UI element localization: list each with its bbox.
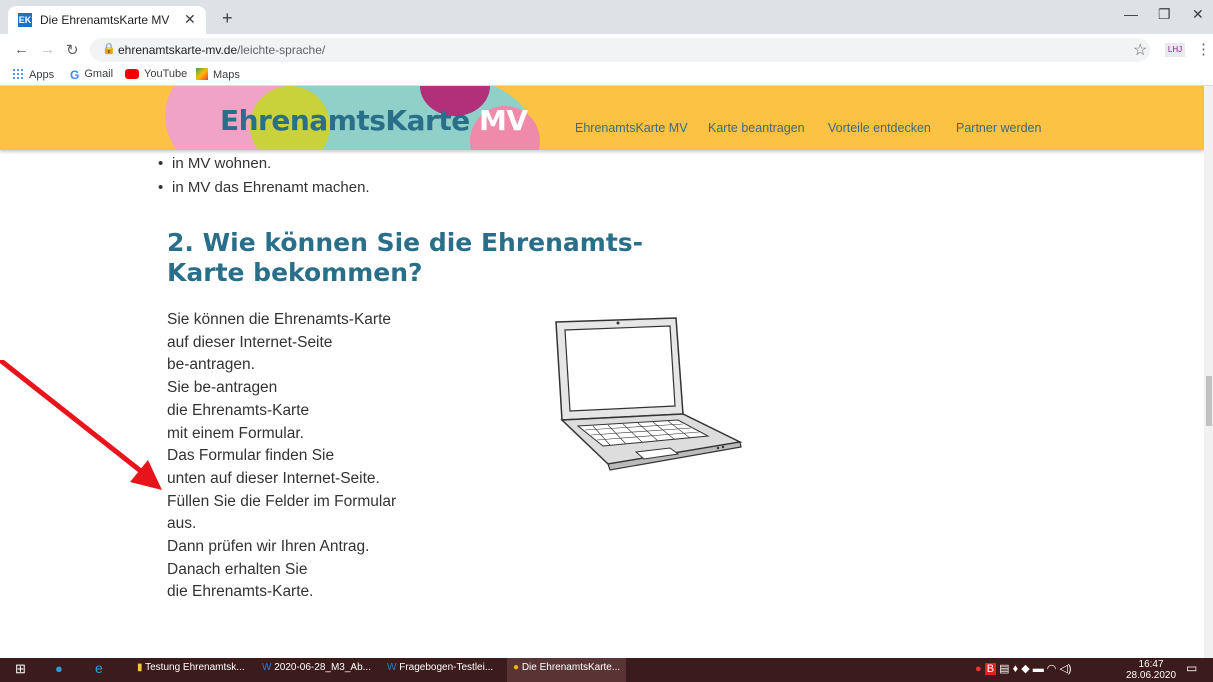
- paragraph-line: die Ehrenamts-Karte: [167, 401, 310, 419]
- browser-toolbar: ← → ↻ 🔒 ehrenamtskarte-mv.de/leichte-spr…: [0, 34, 1213, 66]
- tab-title: Die EhrenamtsKarte MV: [40, 13, 170, 27]
- url-text: ehrenamtskarte-mv.de/leichte-sprache/: [118, 43, 326, 57]
- paragraph-line: Füllen Sie die Felder im Formular: [167, 492, 397, 510]
- reload-icon[interactable]: ↻: [66, 41, 79, 59]
- system-clock[interactable]: 16:47 28.06.2020: [1126, 659, 1176, 681]
- new-tab-icon[interactable]: +: [222, 8, 233, 29]
- address-bar[interactable]: 🔒 ehrenamtskarte-mv.de/leichte-sprache/: [90, 38, 1150, 62]
- nav-partner[interactable]: Partner werden: [956, 121, 1041, 135]
- paragraph-line: Das Formular finden Sie: [167, 447, 335, 465]
- tab-strip: EK Die EhrenamtsKarte MV ✕ + — ❐ ✕: [0, 0, 1213, 34]
- paragraph-line: unten auf dieser Internet-Seite.: [167, 469, 380, 487]
- google-icon: G: [70, 68, 80, 82]
- laptop-illustration: [555, 317, 743, 471]
- taskbar-word-1[interactable]: W 2020-06-28_M3_Ab...: [262, 662, 371, 673]
- extension-icon[interactable]: LHJ: [1165, 43, 1185, 57]
- paragraph-line: be-antragen.: [167, 356, 255, 374]
- taskbar-word-2[interactable]: W Fragebogen-Testlei...: [387, 662, 493, 673]
- word-icon: W: [262, 662, 272, 673]
- youtube-icon: [125, 69, 139, 79]
- web-page: EhrenamtsKarte MV EhrenamtsKarte MV Kart…: [0, 86, 1204, 658]
- paragraph-line: Danach erhalten Sie: [167, 560, 308, 578]
- bookmark-apps[interactable]: Apps: [12, 68, 54, 81]
- paragraph-line: mit einem Formular.: [167, 424, 304, 442]
- close-tab-icon[interactable]: ✕: [184, 11, 196, 28]
- bookmark-maps[interactable]: Maps: [196, 68, 240, 81]
- bookmarks-bar: Apps G Gmail YouTube Maps: [0, 66, 1213, 86]
- minimize-icon[interactable]: —: [1124, 6, 1138, 22]
- paragraph-line: Sie können die Ehrenamts-Karte: [167, 311, 392, 328]
- notification-icon[interactable]: ▭: [1186, 661, 1197, 675]
- site-logo[interactable]: EhrenamtsKarte MV: [220, 104, 528, 137]
- paragraph-line: aus.: [167, 515, 197, 533]
- page-scrollbar[interactable]: [1204, 86, 1213, 658]
- windows-start-icon[interactable]: ⊞: [15, 661, 26, 677]
- section-heading: 2. Wie können Sie die Ehrenamts-Karte be…: [167, 228, 644, 287]
- windows-taskbar: ⊞ ● e ▮ Testung Ehrenamtsk... W 2020-06-…: [0, 658, 1213, 682]
- paragraph-line: die Ehrenamts-Karte.: [167, 583, 314, 601]
- site-header: EhrenamtsKarte MV EhrenamtsKarte MV Kart…: [0, 86, 1204, 150]
- taskbar-chrome[interactable]: ● Die EhrenamtsKarte...: [507, 658, 627, 682]
- list-item: in MV das Ehrenamt machen.: [158, 179, 370, 196]
- chrome-icon: ●: [513, 662, 520, 673]
- tray-icons[interactable]: ● B ▤ ♦ ◆ ▬ ◠ ◁): [975, 662, 1072, 675]
- list-item: in MV wohnen.: [158, 155, 271, 172]
- paragraph-line: Sie be-antragen: [167, 379, 278, 397]
- nav-ehrenamtskarte[interactable]: EhrenamtsKarte MV: [575, 121, 688, 135]
- folder-icon: ▮: [137, 662, 143, 673]
- menu-icon[interactable]: ⋮: [1196, 40, 1211, 58]
- red-arrow-annotation: [0, 360, 162, 490]
- paragraph-line: Dann prüfen wir Ihren Antrag.: [167, 538, 370, 555]
- maximize-icon[interactable]: ❐: [1158, 6, 1171, 23]
- nav-vorteile[interactable]: Vorteile entdecken: [828, 121, 931, 135]
- window-close-icon[interactable]: ✕: [1192, 6, 1204, 23]
- star-icon[interactable]: ☆: [1133, 40, 1147, 60]
- apps-grid-icon: [12, 68, 24, 80]
- nav-karte-beantragen[interactable]: Karte beantragen: [708, 121, 805, 135]
- paragraph-line: auf dieser Internet-Seite: [167, 333, 333, 351]
- ie-icon[interactable]: e: [95, 660, 103, 676]
- forward-icon[interactable]: →: [40, 41, 55, 58]
- word-icon: W: [387, 662, 397, 673]
- edge-icon[interactable]: ●: [55, 661, 63, 676]
- scrollbar-thumb[interactable]: [1206, 376, 1212, 426]
- maps-icon: [196, 68, 208, 80]
- browser-tab[interactable]: EK Die EhrenamtsKarte MV ✕: [8, 6, 206, 34]
- bookmark-youtube[interactable]: YouTube: [125, 68, 187, 80]
- lock-icon: 🔒: [102, 43, 116, 55]
- taskbar-explorer[interactable]: ▮ Testung Ehrenamtsk...: [137, 662, 245, 673]
- bookmark-gmail[interactable]: G Gmail: [70, 68, 113, 82]
- tab-favicon-icon: EK: [18, 13, 32, 27]
- back-icon[interactable]: ←: [14, 41, 29, 58]
